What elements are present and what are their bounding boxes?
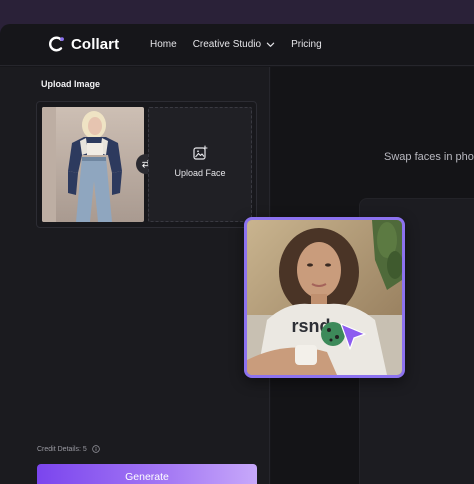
generate-button[interactable]: Generate	[37, 464, 257, 484]
nav-home-label: Home	[150, 39, 177, 50]
nav-pricing-label: Pricing	[291, 39, 322, 50]
nav-home[interactable]: Home	[150, 39, 177, 50]
main-nav: Home Creative Studio Pricing	[150, 39, 338, 50]
credit-details-label: Credit Details: 5	[37, 445, 87, 453]
source-photo[interactable]	[42, 107, 144, 222]
top-navbar: Collart Home Creative Studio Pricing	[0, 24, 474, 66]
upload-face-dropzone[interactable]: Upload Face	[148, 107, 252, 222]
brand-name: Collart	[71, 35, 120, 53]
brand-logo[interactable]: Collart	[48, 35, 119, 53]
target-face-image: rsnd	[247, 220, 402, 375]
upload-image-title: Upload Image	[41, 79, 101, 89]
add-image-icon	[193, 145, 208, 160]
credit-details: Credit Details: 5	[37, 445, 100, 453]
target-face-card: rsnd	[244, 217, 405, 378]
source-photo-image	[42, 107, 144, 222]
nav-creative-studio[interactable]: Creative Studio	[193, 39, 275, 50]
nav-pricing[interactable]: Pricing	[291, 39, 322, 50]
left-panel: Upload Image Upload Face Credit Details:…	[0, 67, 270, 484]
collart-logo-icon	[49, 36, 64, 52]
chevron-down-icon	[266, 42, 275, 47]
upload-face-label: Upload Face	[174, 168, 226, 178]
nav-creative-studio-label: Creative Studio	[192, 39, 262, 50]
info-icon[interactable]	[92, 445, 100, 453]
preview-hint-text: Swap faces in pho	[384, 151, 474, 163]
upload-image-box: Upload Face	[36, 101, 257, 228]
